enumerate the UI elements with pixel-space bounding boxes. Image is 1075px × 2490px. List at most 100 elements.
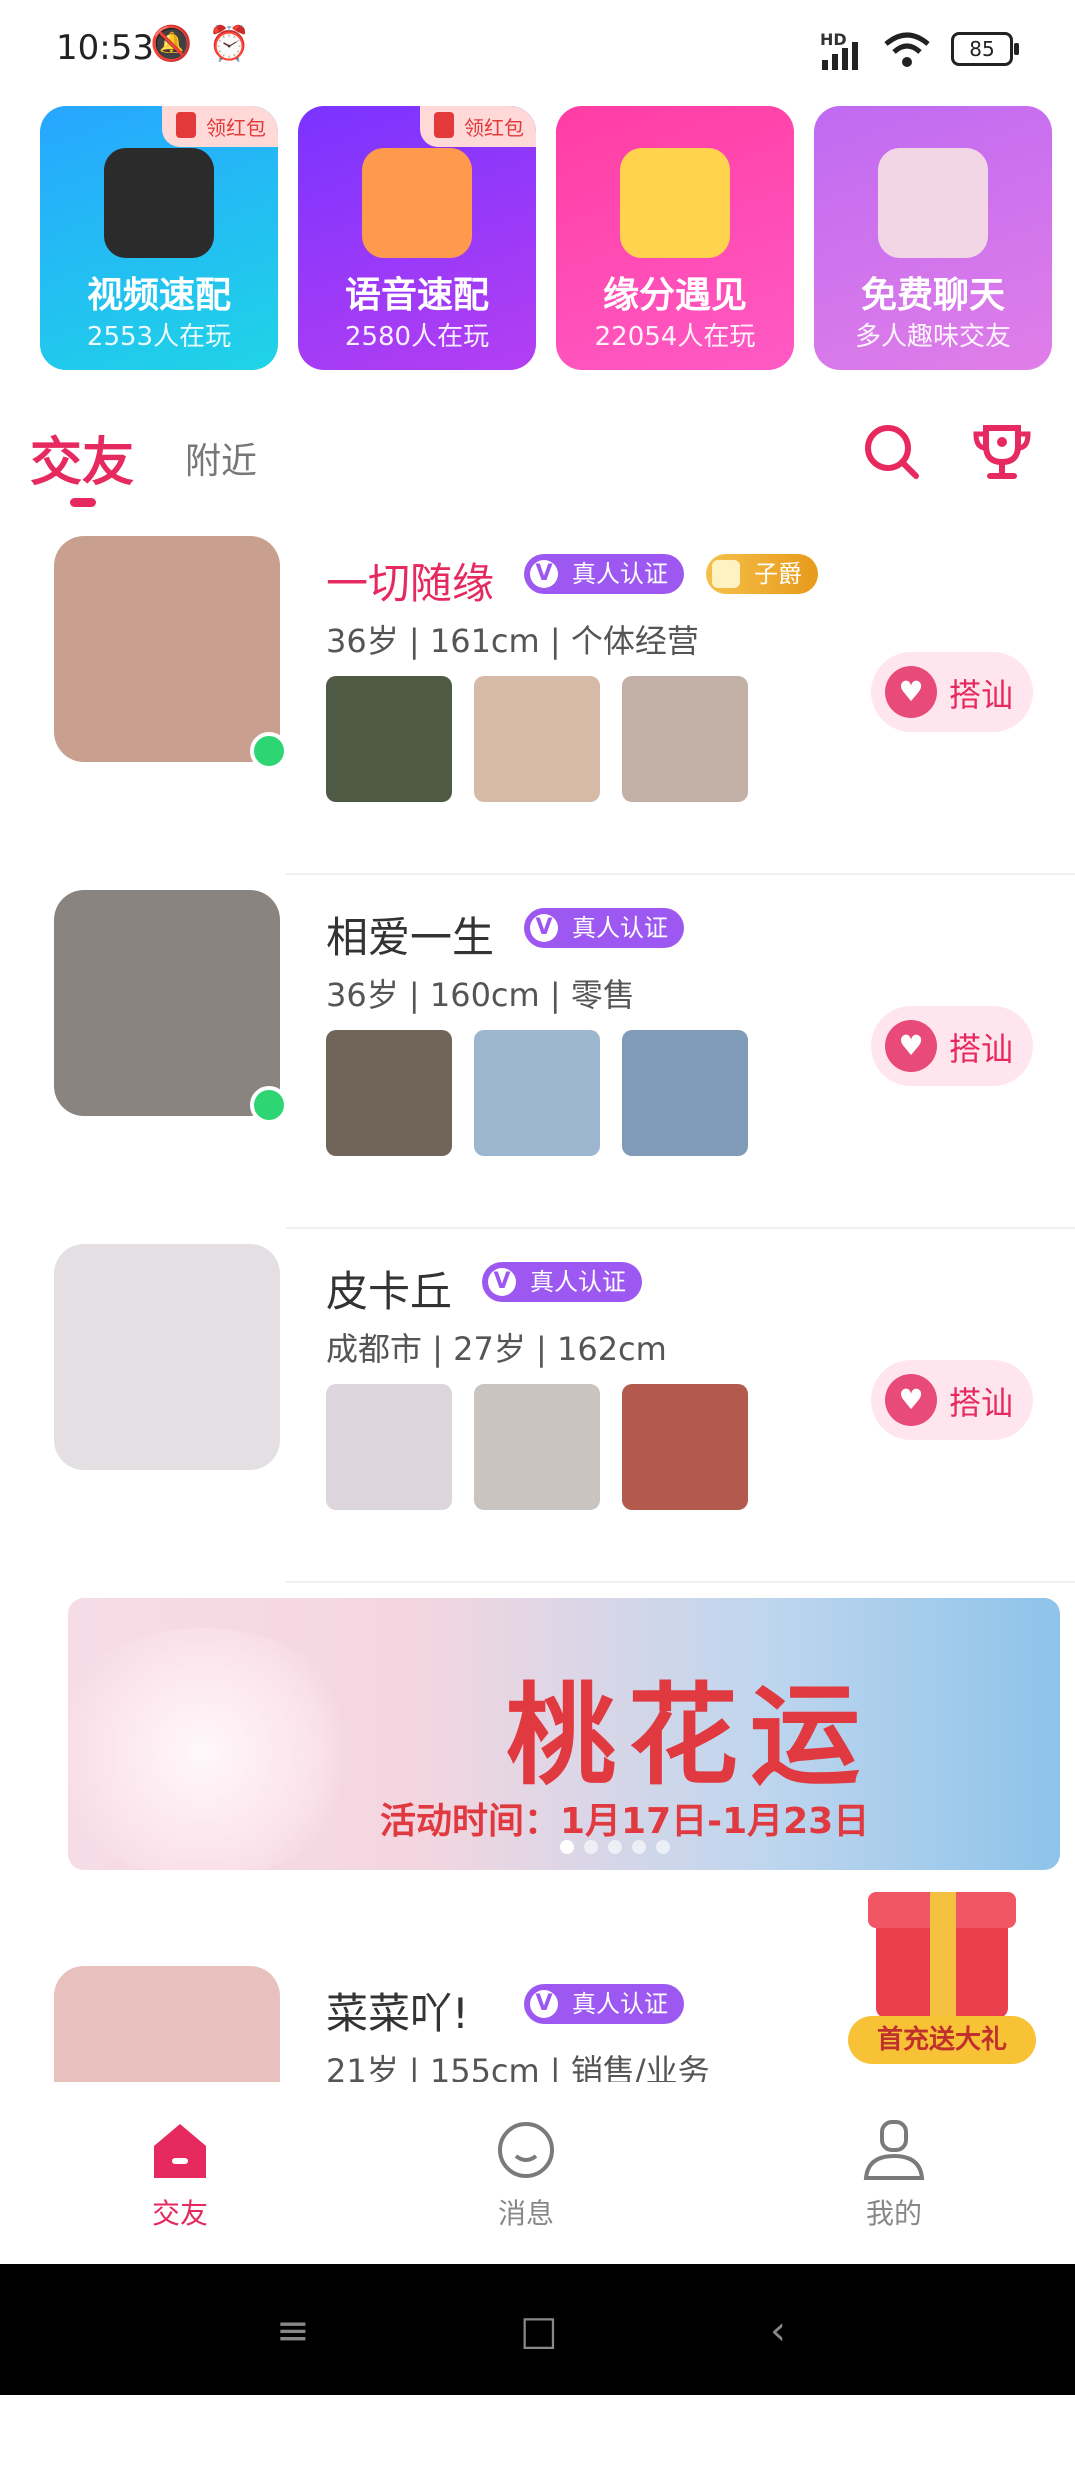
status-time: 10:53 <box>56 28 154 68</box>
menu-button[interactable]: ≡ <box>276 2308 310 2354</box>
feature-card-subtitle: 多人趣味交友 <box>854 322 1011 352</box>
system-nav-bar: ≡ □ ‹ <box>0 2264 1075 2395</box>
mic-icon <box>362 148 472 258</box>
first-recharge-gift[interactable]: 首充送大礼 <box>842 1868 1042 2088</box>
feature-card-subtitle: 2553人在玩 <box>86 322 232 352</box>
nav-profile[interactable]: 我的 <box>814 2118 974 2232</box>
photo-thumbnail[interactable] <box>326 676 452 802</box>
verified-badge: V 真人认证 <box>524 554 684 594</box>
photo-strip <box>326 1030 748 1156</box>
verified-badge: V 真人认证 <box>524 908 684 948</box>
pager-dot[interactable] <box>584 1840 598 1854</box>
nav-label: 我的 <box>865 2197 922 2230</box>
home-button[interactable]: □ <box>520 2308 558 2354</box>
photo-strip <box>326 1384 748 1510</box>
back-button[interactable]: ‹ <box>770 2308 786 2354</box>
nav-home[interactable]: 交友 <box>100 2118 260 2232</box>
red-packet-badge: 领红包 <box>162 106 278 147</box>
photo-thumbnail[interactable] <box>474 676 600 802</box>
feature-card-3[interactable]: 免费聊天 多人趣味交友 <box>814 106 1052 370</box>
user-name: 皮卡丘 <box>326 1267 453 1316</box>
nav-message[interactable]: 消息 <box>446 2118 606 2232</box>
feature-card-title: 视频速配 <box>86 275 231 316</box>
feature-card-subtitle: 22054人在玩 <box>594 322 756 352</box>
user-name: 菜菜吖! <box>326 1989 469 2038</box>
battery-indicator: 85 <box>951 32 1019 66</box>
tab-nearby[interactable]: 附近 <box>185 432 257 484</box>
user-list-item[interactable]: 相爱一生 V 真人认证 36岁 | 160cm | 零售 ♥ 搭讪 <box>0 874 1075 1229</box>
heart-icon: ♥ <box>885 1374 937 1426</box>
red-packet-badge: 领红包 <box>420 106 536 147</box>
feature-card-title: 缘分遇见 <box>602 275 747 316</box>
verified-badge: V 真人认证 <box>482 1262 642 1302</box>
user-meta: 成都市 | 27岁 | 162cm <box>326 1330 667 1368</box>
verified-badge: V 真人认证 <box>524 1984 684 2024</box>
greet-button[interactable]: ♥ 搭讪 <box>871 1360 1033 1440</box>
feature-card-2[interactable]: 缘分遇见 22054人在玩 <box>556 106 794 370</box>
signal-icon <box>822 42 858 70</box>
video-match-art <box>104 148 214 258</box>
avatar[interactable] <box>54 536 280 762</box>
photo-thumbnail[interactable] <box>622 676 748 802</box>
user-meta: 36岁 | 160cm | 零售 <box>326 976 635 1014</box>
pager-dot[interactable] <box>608 1840 622 1854</box>
divider <box>286 1581 1075 1583</box>
user-name: 一切随缘 <box>326 559 495 608</box>
photo-thumbnail[interactable] <box>474 1030 600 1156</box>
feature-card-title: 语音速配 <box>344 275 489 316</box>
photo-thumbnail[interactable] <box>622 1384 748 1510</box>
red-packet-icon <box>176 112 196 138</box>
feature-card-title: 免费聊天 <box>860 275 1005 316</box>
wifi-icon <box>884 32 930 67</box>
home-icon <box>154 2124 206 2178</box>
feature-card-1[interactable]: 领红包 语音速配 2580人在玩 <box>298 106 536 370</box>
promo-banner[interactable]: 桃花运 活动时间：1月17日-1月23日 <box>68 1598 1060 1870</box>
alarm-icon: ⏰ <box>208 24 251 64</box>
profile-icon <box>863 2120 925 2180</box>
people-icon <box>878 148 988 258</box>
gift-label: 首充送大礼 <box>848 2016 1036 2064</box>
lightbulb-icon <box>620 148 730 258</box>
search-icon[interactable] <box>860 420 924 484</box>
pager-dot[interactable] <box>560 1840 574 1854</box>
bottom-nav: 交友 消息 我的 <box>0 2082 1075 2262</box>
user-list-item[interactable]: 皮卡丘 V 真人认证成都市 | 27岁 | 162cm ♥ 搭讪 <box>0 1228 1075 1583</box>
feature-card-subtitle: 2580人在玩 <box>344 322 490 352</box>
status-bar: 10:53 🔕 ⏰ HD 85 <box>0 0 1075 100</box>
greet-button[interactable]: ♥ 搭讪 <box>871 1006 1033 1086</box>
pager-dot[interactable] <box>656 1840 670 1854</box>
gift-ribbon <box>930 1892 956 2018</box>
nav-label: 消息 <box>497 2197 554 2230</box>
feature-card-0[interactable]: 领红包 视频速配 2553人在玩 <box>40 106 278 370</box>
avatar[interactable] <box>54 1244 280 1470</box>
rank-icon <box>712 560 740 588</box>
banner-time: 活动时间：1月17日-1月23日 <box>380 1801 870 1842</box>
tab-friends[interactable]: 交友 <box>30 420 134 495</box>
blossom-graphic <box>68 1628 368 1870</box>
user-meta: 36岁 | 161cm | 个体经营 <box>326 622 699 660</box>
photo-thumbnail[interactable] <box>622 1030 748 1156</box>
photo-thumbnail[interactable] <box>474 1384 600 1510</box>
message-icon <box>498 2122 554 2178</box>
trophy-icon[interactable] <box>970 420 1034 484</box>
heart-icon: ♥ <box>885 1020 937 1072</box>
user-list-item[interactable]: 一切随缘 V 真人认证 子爵 36岁 | 161cm | 个体经营 ♥ 搭讪 <box>0 520 1075 875</box>
red-packet-icon <box>434 112 454 138</box>
user-name: 相爱一生 <box>326 913 495 962</box>
greet-button[interactable]: ♥ 搭讪 <box>871 652 1033 732</box>
tab-indicator <box>70 498 96 507</box>
photo-thumbnail[interactable] <box>326 1384 452 1510</box>
heart-icon: ♥ <box>885 666 937 718</box>
nav-label: 交友 <box>151 2197 208 2230</box>
photo-strip <box>326 676 748 802</box>
tab-bar: 交友 附近 <box>30 420 1040 507</box>
photo-thumbnail[interactable] <box>326 1030 452 1156</box>
rank-badge: 子爵 <box>706 554 818 594</box>
feature-cards: 领红包 视频速配 2553人在玩 领红包 语音速配 2580人在玩 缘分遇见 22… <box>40 106 1055 372</box>
banner-pager <box>560 1840 670 1854</box>
banner-title: 桃花运 <box>506 1672 872 1800</box>
online-indicator <box>250 1086 288 1124</box>
avatar[interactable] <box>54 890 280 1116</box>
pager-dot[interactable] <box>632 1840 646 1854</box>
online-indicator <box>250 732 288 770</box>
